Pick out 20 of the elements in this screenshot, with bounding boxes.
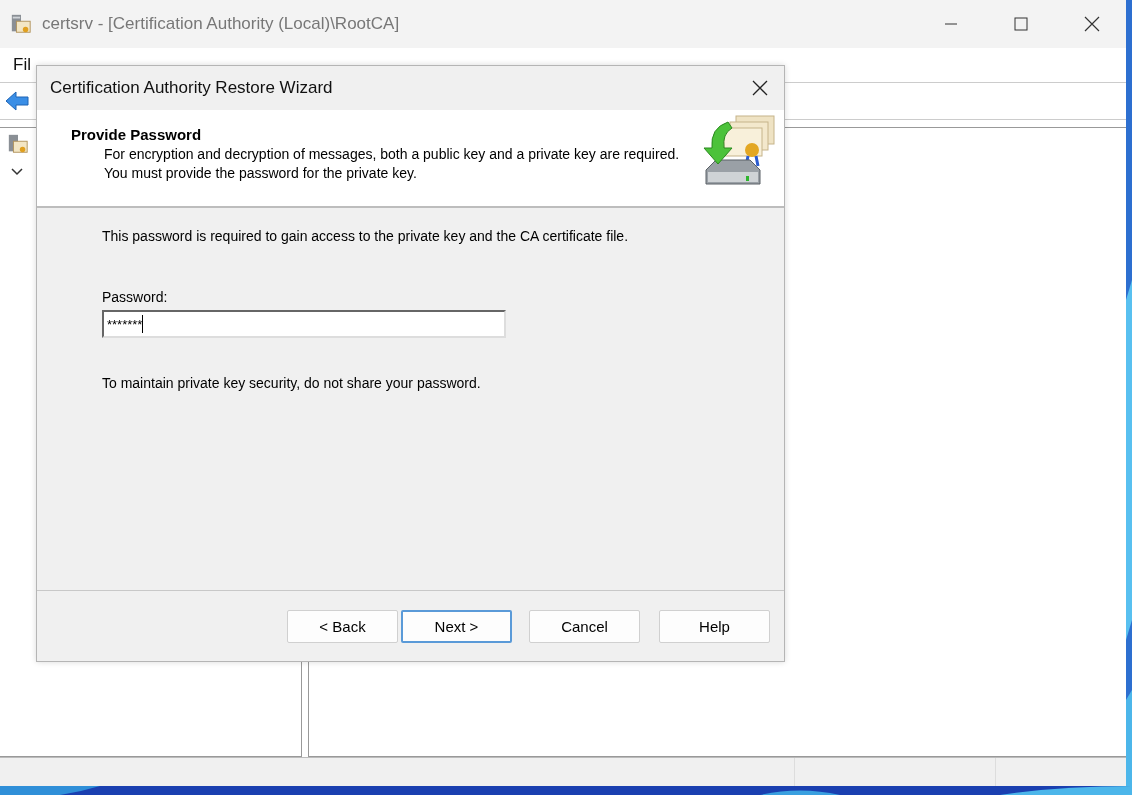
page-description: For encryption and decryption of messages, both a public key and a private key are required. You must provide the password for the private key. — [104, 145, 681, 183]
wizard-button[interactable]: Help — [659, 609, 770, 643]
instruction-text: This password is required to gain access to the private key and the CA certificate file. — [102, 228, 630, 244]
dialog-title: Certification Authority Restore Wizard — [50, 78, 333, 98]
wizard-button[interactable]: < Back — [287, 609, 398, 643]
field-label: Password: — [102, 289, 169, 305]
wizard-button[interactable]: Next > — [401, 609, 512, 643]
security-note: To maintain private key security, do not share your password. — [102, 375, 482, 391]
page-heading: Provide Password — [71, 126, 203, 143]
close-icon[interactable] — [752, 80, 768, 96]
certificate-server-icon — [10, 13, 32, 35]
menu-item[interactable]: Fil — [13, 55, 31, 75]
chevron-down-icon[interactable] — [11, 168, 23, 176]
back-arrow-icon[interactable] — [5, 91, 29, 111]
certificate-server-icon — [7, 133, 29, 155]
password-field[interactable]: ******* — [102, 310, 506, 338]
window-title: certsrv - [Certification Authority (Local)\RootCA] — [42, 14, 400, 34]
maximize-icon[interactable] — [1014, 17, 1028, 31]
wizard-button[interactable]: Cancel — [529, 609, 640, 643]
close-icon[interactable] — [1084, 16, 1100, 32]
